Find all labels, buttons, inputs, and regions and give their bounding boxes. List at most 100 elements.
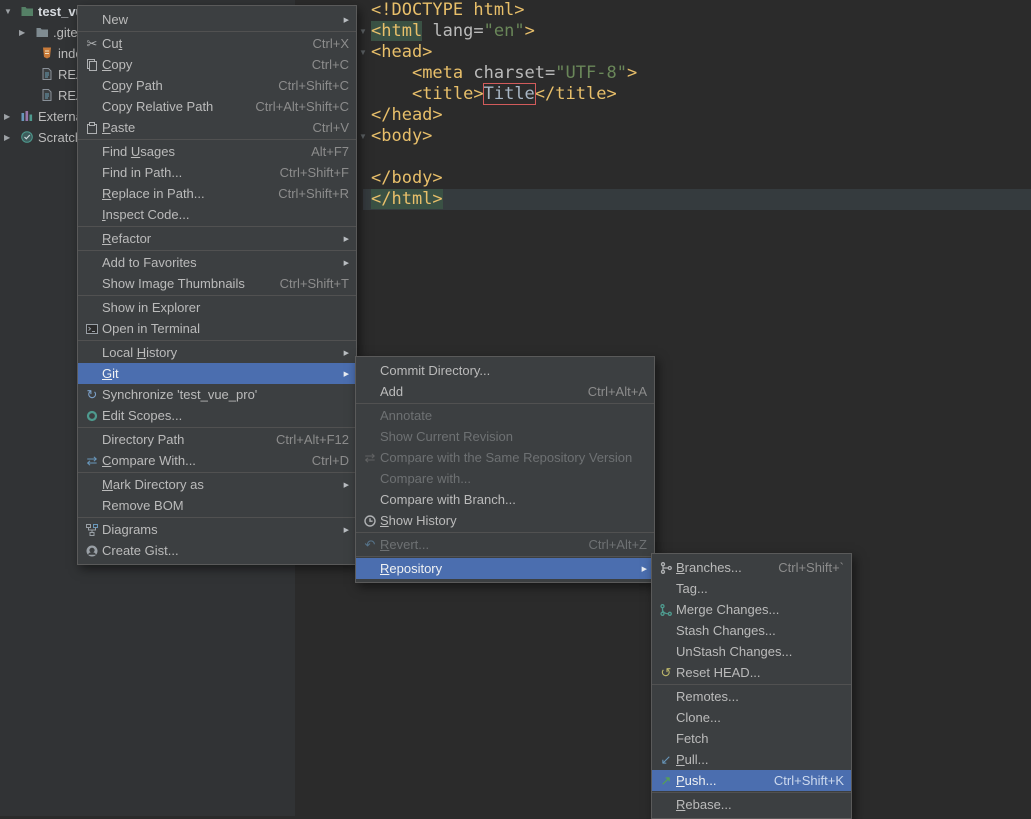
- readme-file-icon: [40, 88, 54, 102]
- menu-item-annotate[interactable]: Annotate: [356, 405, 654, 426]
- revert-icon: ↶: [364, 537, 376, 552]
- menu-item-rebase[interactable]: Rebase...: [652, 794, 851, 815]
- menu-item-label: Repository: [380, 561, 443, 576]
- menu-item-create-gist[interactable]: Create Gist...: [78, 540, 356, 561]
- menu-item-label: Local History: [102, 345, 178, 360]
- menu-item-local-history[interactable]: Local History ▶: [78, 342, 356, 363]
- code-line[interactable]: <!DOCTYPE html>: [371, 0, 637, 21]
- code-line[interactable]: <meta charset="UTF-8">: [371, 63, 637, 84]
- menu-item-inspect-code[interactable]: Inspect Code...: [78, 204, 356, 225]
- menu-item-copy-path[interactable]: Copy Path Ctrl+Shift+C: [78, 75, 356, 96]
- menu-item-label: Diagrams: [102, 522, 158, 537]
- icon-spacer: [82, 186, 102, 202]
- menu-item-reset-head[interactable]: ↺ Reset HEAD...: [652, 662, 851, 683]
- menu-item-label: Mark Directory as: [102, 477, 204, 492]
- menu-separator: [78, 340, 356, 341]
- menu-item-cut[interactable]: ✂ Cut Ctrl+X: [78, 33, 356, 54]
- icon-spacer: [82, 477, 102, 493]
- branch-icon: [656, 560, 676, 576]
- menu-item-label: Add to Favorites: [102, 255, 197, 270]
- icon-spacer: [82, 144, 102, 160]
- chevron-right-icon[interactable]: ▶: [19, 28, 25, 37]
- pull-icon: ↙: [660, 752, 672, 767]
- menu-item-show-image-thumbnails[interactable]: Show Image Thumbnails Ctrl+Shift+T: [78, 273, 356, 294]
- menu-item-label: Stash Changes...: [676, 623, 776, 638]
- code-line[interactable]: </html>: [371, 189, 637, 210]
- menu-item-git[interactable]: Git ▶: [78, 363, 356, 384]
- menu-item-compare-with-branch[interactable]: Compare with Branch...: [356, 489, 654, 510]
- menu-item-pull[interactable]: ↙ Pull...: [652, 749, 851, 770]
- menu-item-directory-path[interactable]: Directory Path Ctrl+Alt+F12: [78, 429, 356, 450]
- chevron-right-icon[interactable]: ▶: [4, 112, 10, 121]
- sync-icon: ↻: [86, 387, 98, 402]
- menu-item-shortcut: Ctrl+X: [312, 36, 349, 51]
- menu-item-push[interactable]: ↗ Push... Ctrl+Shift+K: [652, 770, 851, 791]
- fold-arrow-icon[interactable]: ▼: [356, 48, 370, 57]
- menu-item-edit-scopes[interactable]: Edit Scopes...: [78, 405, 356, 426]
- code-line[interactable]: <html lang="en">: [371, 21, 637, 42]
- menu-item-diagrams[interactable]: Diagrams ▶: [78, 519, 356, 540]
- menu-item-shortcut: Ctrl+Shift+`: [778, 560, 844, 575]
- code-line[interactable]: <head>: [371, 42, 637, 63]
- menu-item-compare-with[interactable]: Compare with...: [356, 468, 654, 489]
- menu-item-tag[interactable]: Tag...: [652, 578, 851, 599]
- code-line[interactable]: <body>: [371, 126, 637, 147]
- icon-spacer: [82, 165, 102, 181]
- menu-item-refactor[interactable]: Refactor ▶: [78, 228, 356, 249]
- menu-item-label: UnStash Changes...: [676, 644, 793, 659]
- menu-item-show-current-revision[interactable]: Show Current Revision: [356, 426, 654, 447]
- code-line[interactable]: <title>Title</title>: [371, 83, 637, 105]
- html-file-icon: [40, 46, 54, 60]
- menu-item-remotes[interactable]: Remotes...: [652, 686, 851, 707]
- menu-item-label: Inspect Code...: [102, 207, 190, 222]
- menu-item-stash-changes[interactable]: Stash Changes...: [652, 620, 851, 641]
- menu-item-unstash-changes[interactable]: UnStash Changes...: [652, 641, 851, 662]
- fold-arrow-icon[interactable]: ▼: [356, 132, 370, 141]
- menu-item-find-usages[interactable]: Find Usages Alt+F7: [78, 141, 356, 162]
- menu-item-label: Create Gist...: [102, 543, 179, 558]
- submenu-arrow-icon: ▶: [343, 349, 349, 357]
- menu-item-add-to-favorites[interactable]: Add to Favorites ▶: [78, 252, 356, 273]
- menu-item-shortcut: Ctrl+Shift+R: [278, 186, 349, 201]
- menu-item-open-in-terminal[interactable]: Open in Terminal: [78, 318, 356, 339]
- menu-item-label: Compare with Branch...: [380, 492, 516, 507]
- menu-item-repository[interactable]: Repository ▶: [356, 558, 654, 579]
- copy-icon: [82, 57, 102, 73]
- menu-separator: [78, 517, 356, 518]
- scratches-icon: [20, 130, 34, 144]
- code-line[interactable]: </body>: [371, 168, 637, 189]
- menu-item-mark-directory-as[interactable]: Mark Directory as ▶: [78, 474, 356, 495]
- menu-item-copy[interactable]: Copy Ctrl+C: [78, 54, 356, 75]
- code-line[interactable]: </head>: [371, 105, 637, 126]
- menu-item-label: Show History: [380, 513, 457, 528]
- code-line[interactable]: [371, 147, 637, 168]
- menu-item-branches[interactable]: Branches... Ctrl+Shift+`: [652, 557, 851, 578]
- menu-item-show-in-explorer[interactable]: Show in Explorer: [78, 297, 356, 318]
- menu-item-synchronize-test-vue-pro[interactable]: ↻ Synchronize 'test_vue_pro': [78, 384, 356, 405]
- menu-item-revert[interactable]: ↶ Revert... Ctrl+Alt+Z: [356, 534, 654, 555]
- compare-icon: ⇄: [86, 453, 98, 468]
- menu-item-merge-changes[interactable]: Merge Changes...: [652, 599, 851, 620]
- chevron-right-icon[interactable]: ▶: [4, 133, 10, 142]
- code-area[interactable]: <!DOCTYPE html> <html lang="en"> <head> <m…: [371, 0, 637, 210]
- icon-spacer: [82, 498, 102, 514]
- menu-item-replace-in-path[interactable]: Replace in Path... Ctrl+Shift+R: [78, 183, 356, 204]
- menu-item-compare-with[interactable]: ⇄ Compare With... Ctrl+D: [78, 450, 356, 471]
- menu-item-new[interactable]: New ▶: [78, 9, 356, 30]
- menu-separator: [78, 250, 356, 251]
- fold-arrow-icon[interactable]: ▼: [356, 27, 370, 36]
- menu-item-paste[interactable]: Paste Ctrl+V: [78, 117, 356, 138]
- menu-item-fetch[interactable]: Fetch: [652, 728, 851, 749]
- menu-item-compare-with-the-same-repository-version[interactable]: ⇄ Compare with the Same Repository Versio…: [356, 447, 654, 468]
- menu-item-label: Compare with...: [380, 471, 472, 486]
- menu-item-remove-bom[interactable]: Remove BOM: [78, 495, 356, 516]
- menu-item-find-in-path[interactable]: Find in Path... Ctrl+Shift+F: [78, 162, 356, 183]
- menu-item-add[interactable]: Add Ctrl+Alt+A: [356, 381, 654, 402]
- menu-item-clone[interactable]: Clone...: [652, 707, 851, 728]
- menu-item-show-history[interactable]: Show History: [356, 510, 654, 531]
- menu-item-label: Reset HEAD...: [676, 665, 761, 680]
- menu-item-label: Show Current Revision: [380, 429, 513, 444]
- menu-item-commit-directory[interactable]: Commit Directory...: [356, 360, 654, 381]
- menu-item-copy-relative-path[interactable]: Copy Relative Path Ctrl+Alt+Shift+C: [78, 96, 356, 117]
- chevron-down-icon[interactable]: ▼: [4, 7, 12, 16]
